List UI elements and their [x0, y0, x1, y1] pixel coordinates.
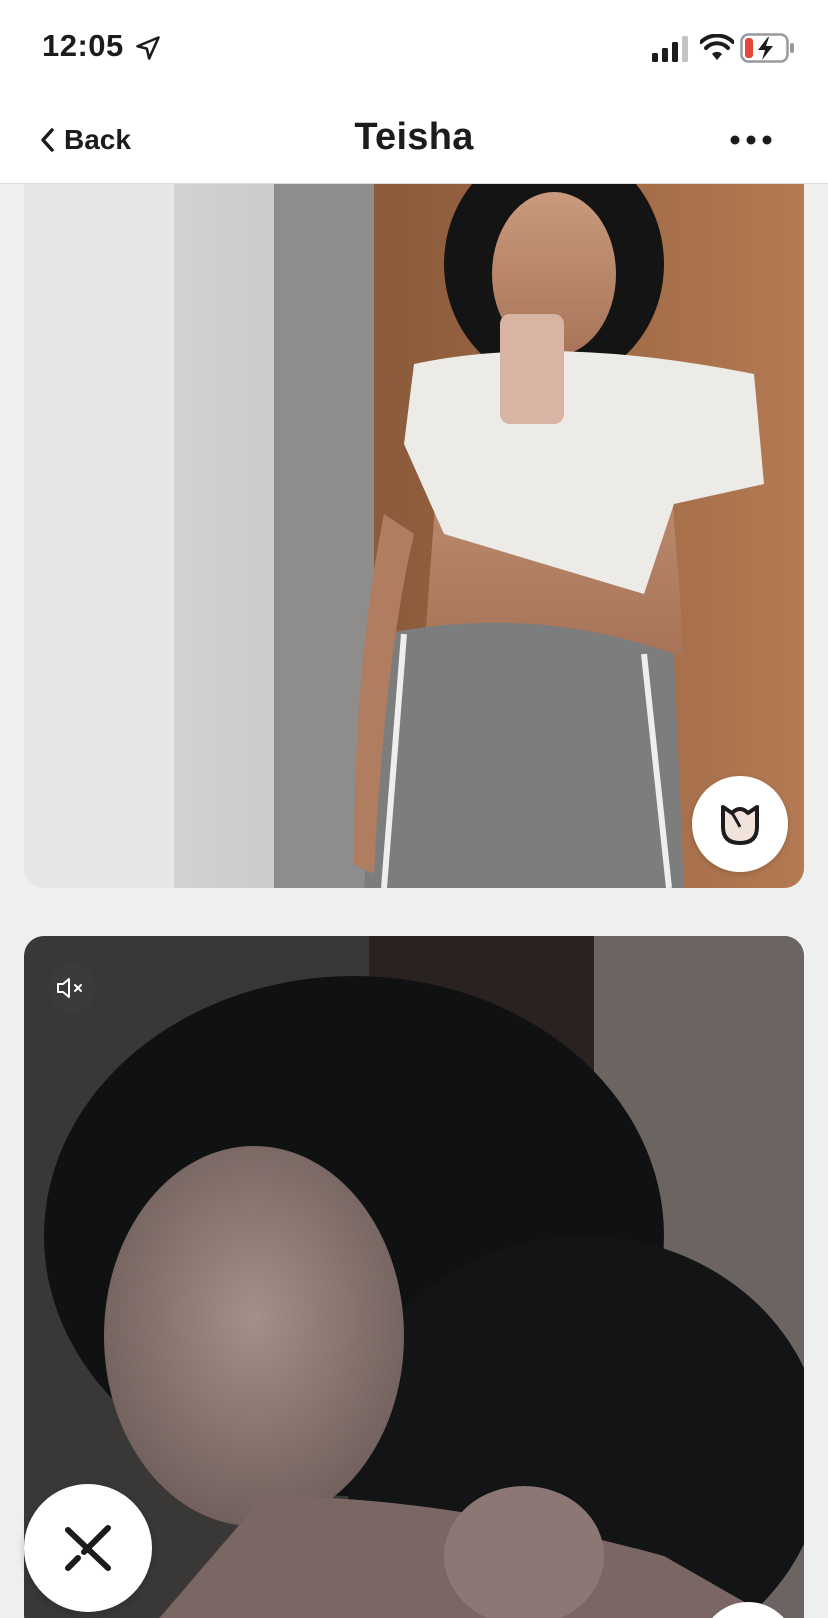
skip-button[interactable]: [24, 1484, 152, 1612]
rose-icon: [721, 805, 759, 845]
profile-photo-image: [24, 184, 804, 888]
cellular-signal-icon: [652, 36, 688, 62]
ellipsis-icon[interactable]: [728, 118, 774, 162]
status-bar: 12:05: [0, 0, 828, 96]
location-arrow-icon: [136, 36, 160, 60]
status-time: 12:05: [42, 28, 124, 63]
mute-icon: [57, 978, 82, 998]
profile-name-title: Teisha: [354, 116, 474, 158]
battery-charging-icon: [740, 33, 794, 63]
wifi-icon: [700, 34, 734, 60]
rose-button[interactable]: [692, 776, 788, 872]
close-x-icon: [65, 1525, 111, 1571]
mute-toggle-button[interactable]: [48, 964, 96, 1012]
profile-photo-1[interactable]: [24, 184, 804, 888]
navigation-bar: Back Teisha: [0, 96, 828, 184]
